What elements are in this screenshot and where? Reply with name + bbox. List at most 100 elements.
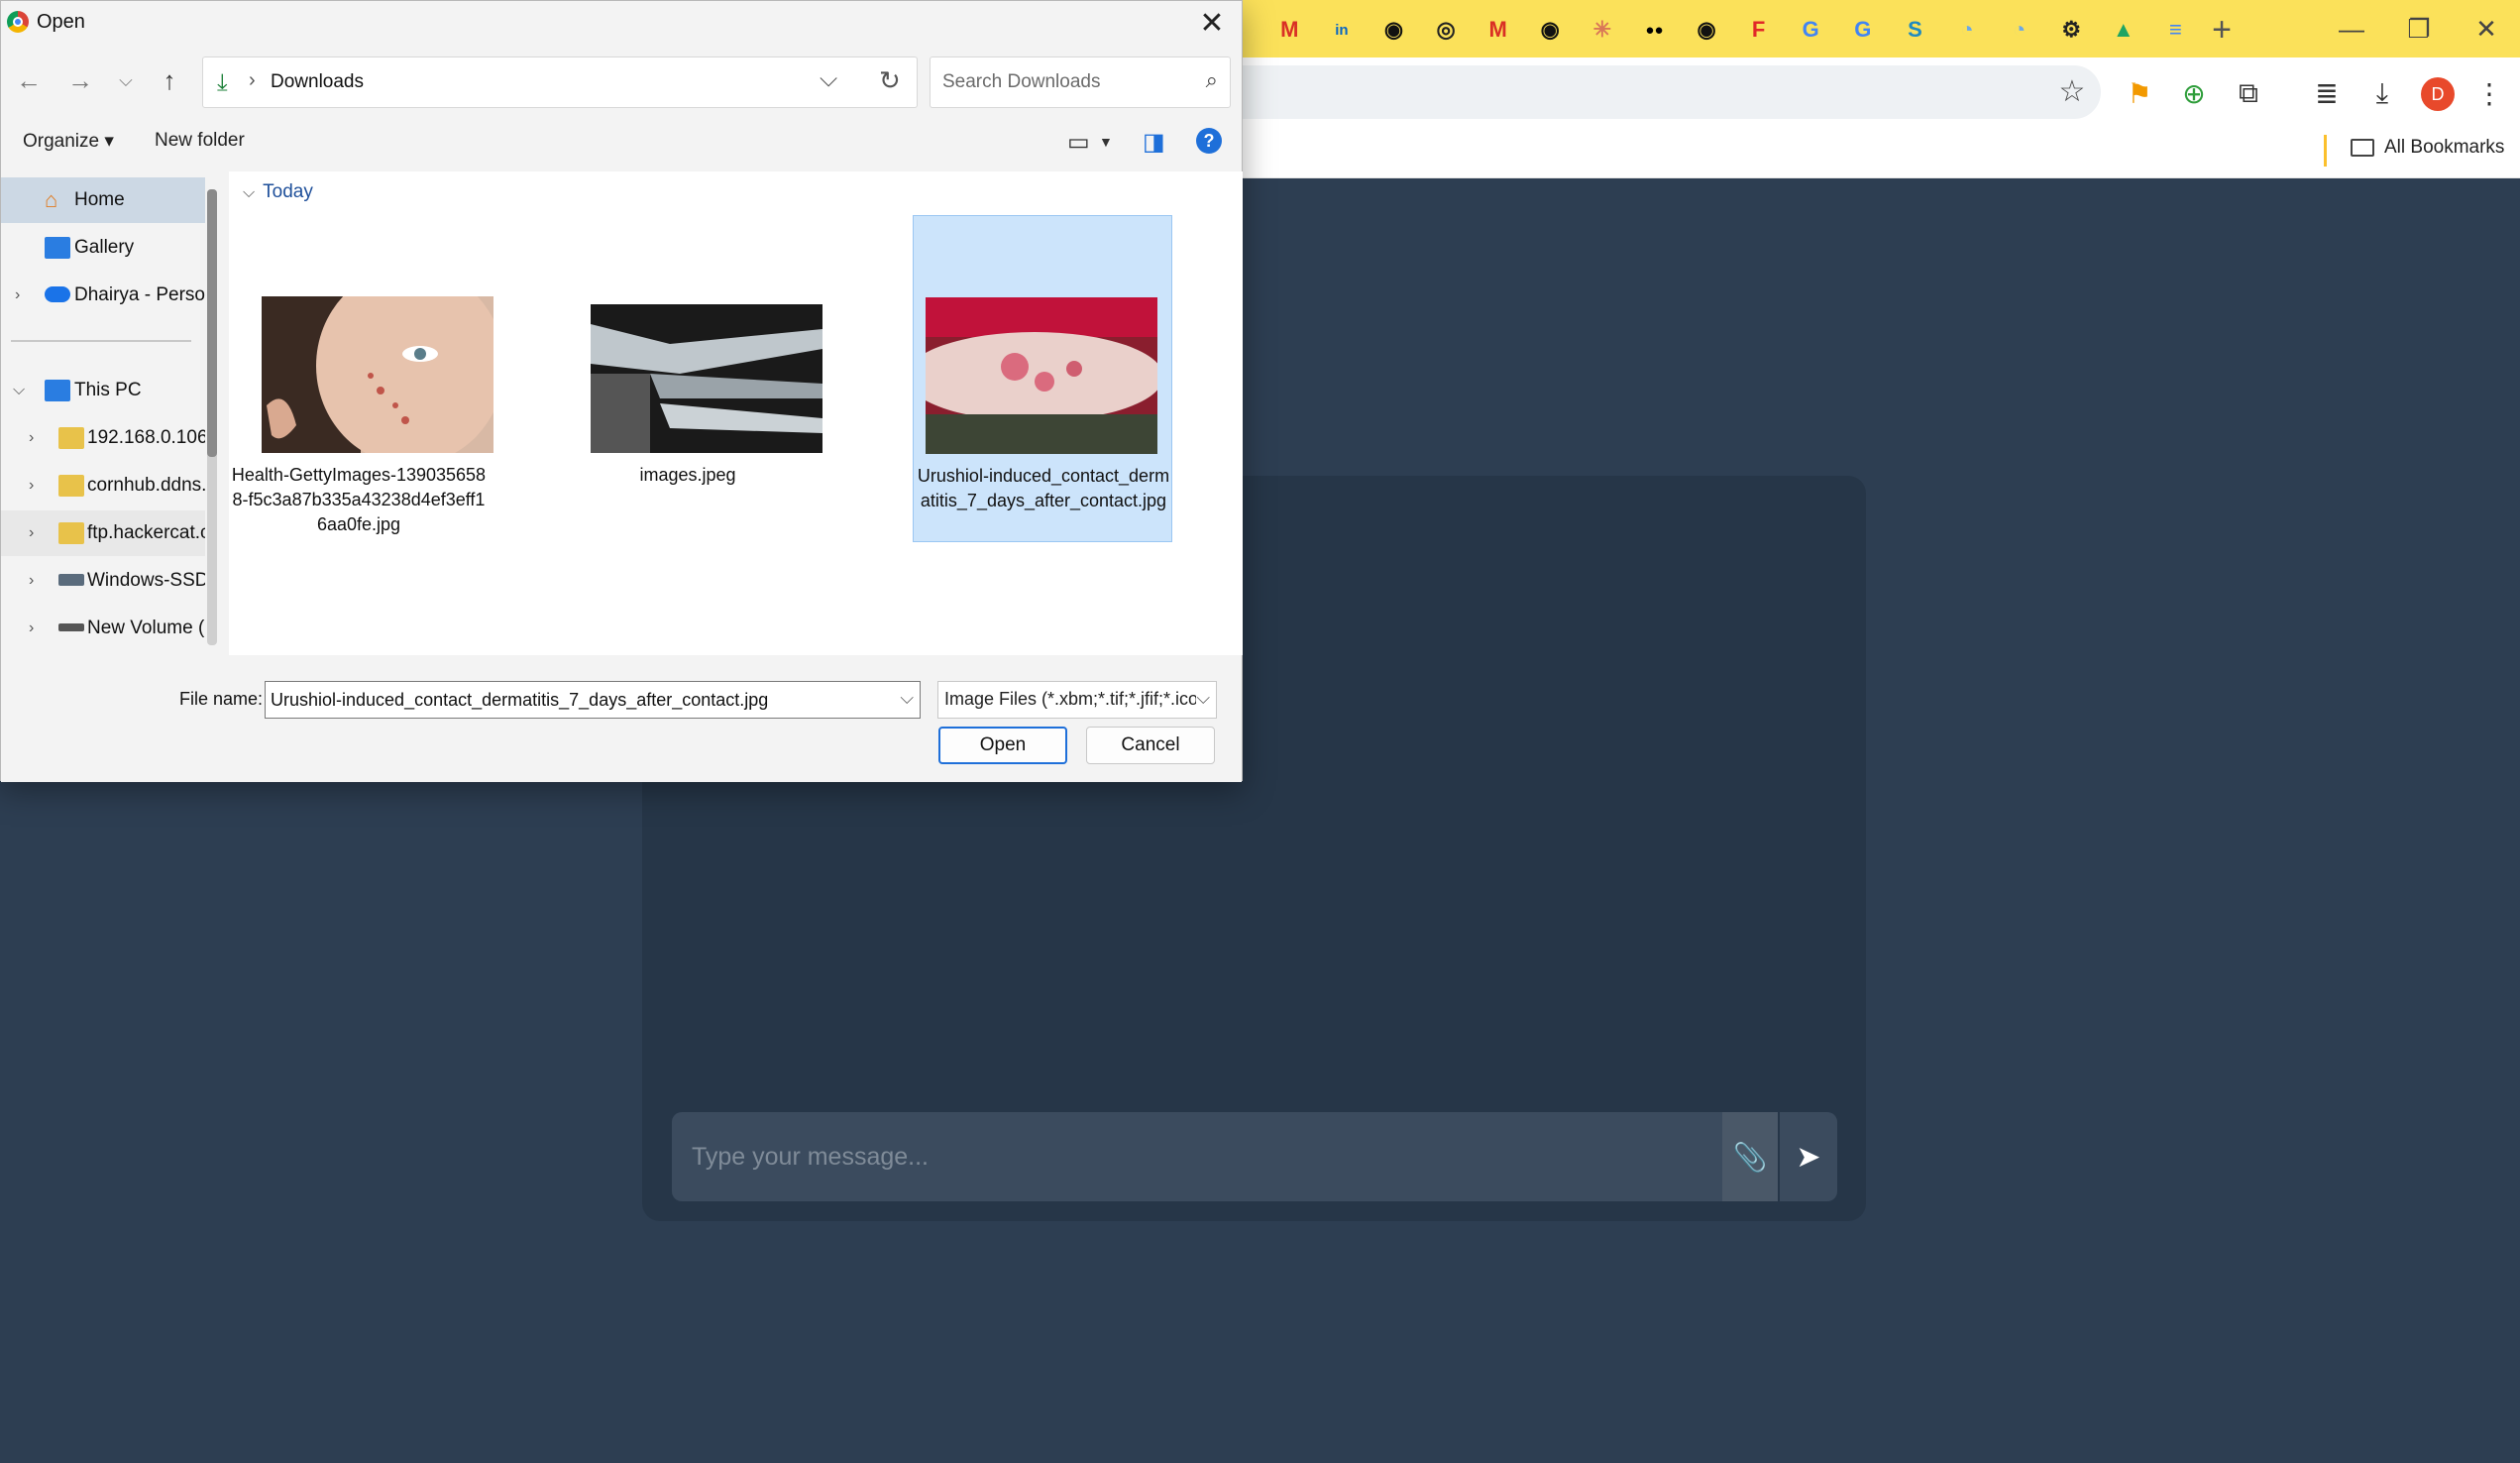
expand-chevron-icon[interactable]: › bbox=[29, 524, 34, 542]
breadcrumb-downloads[interactable]: Downloads bbox=[271, 71, 364, 93]
gmail-icon-glyph: M bbox=[1488, 17, 1507, 42]
timer-icon[interactable]: ◔ bbox=[1941, 10, 1994, 50]
file-item[interactable]: Health-GettyImages-1390356588-f5c3a87b33… bbox=[229, 215, 493, 542]
github-icon[interactable]: ◉ bbox=[1524, 10, 1577, 50]
nav-label-onedrive: Dhairya - Personal bbox=[74, 284, 205, 305]
restore-icon[interactable]: ❐ bbox=[2385, 0, 2453, 57]
gmail-icon[interactable]: M bbox=[1263, 10, 1316, 50]
navigation-row: ← → ⌵ ↑ ⤓ › Downloads ⌵ ↻ ⌕ bbox=[1, 53, 1242, 110]
back-arrow-icon[interactable]: ← bbox=[11, 62, 47, 98]
up-arrow-icon[interactable]: ↑ bbox=[152, 62, 187, 98]
extension-plus-icon[interactable]: ⊕ bbox=[2172, 71, 2216, 115]
paperclip-icon: 📎 bbox=[1732, 1141, 1768, 1173]
network-drive-icon bbox=[58, 427, 84, 449]
nav-item-this-pc[interactable]: ⌵ This PC bbox=[1, 368, 205, 413]
all-bookmarks-button[interactable]: All Bookmarks bbox=[2351, 137, 2504, 159]
collapse-chevron-icon[interactable]: ⌵ bbox=[13, 382, 25, 399]
medium-icon[interactable]: ●● bbox=[1628, 10, 1681, 50]
pinned-tabs: Min ◉ ◎ M ◉ ✳ ●● ◉ F G G S ◔ ◔ ⚙ ▲ ≡ bbox=[1263, 10, 2202, 50]
nav-item-onedrive[interactable]: › Dhairya - Personal bbox=[1, 273, 205, 318]
chrome-icon[interactable]: ◎ bbox=[1420, 10, 1473, 50]
nav-item-network-3[interactable]: › ftp.hackercat.com bbox=[1, 510, 205, 556]
new-tab-button[interactable]: + bbox=[2202, 10, 2242, 50]
linkedin-icon[interactable]: in bbox=[1316, 10, 1369, 50]
nav-label-network-1: 192.168.0.106 bbox=[87, 427, 205, 448]
expand-chevron-icon[interactable]: › bbox=[29, 572, 34, 590]
bookmark-star-icon[interactable]: ☆ bbox=[2055, 75, 2089, 109]
nav-label-drive-c: Windows-SSD (C:) bbox=[87, 570, 205, 591]
group-header-today[interactable]: Today bbox=[243, 181, 313, 203]
gmail-icon[interactable]: M bbox=[1472, 10, 1524, 50]
expand-chevron-icon[interactable]: › bbox=[29, 429, 34, 447]
flipboard-icon-glyph: F bbox=[1751, 17, 1766, 42]
nav-scrollbar[interactable] bbox=[207, 189, 217, 645]
attach-button[interactable]: 📎 bbox=[1722, 1112, 1778, 1201]
expand-chevron-icon[interactable]: › bbox=[29, 619, 34, 637]
profile-avatar[interactable]: D bbox=[2421, 77, 2455, 111]
close-window-icon[interactable]: ✕ bbox=[2453, 0, 2520, 57]
extension-flag-icon[interactable]: ⚑ bbox=[2118, 71, 2161, 115]
file-item[interactable]: images.jpeg bbox=[558, 215, 822, 542]
send-button[interactable]: ➤ bbox=[1780, 1112, 1837, 1201]
timer-icon[interactable]: ◔ bbox=[1993, 10, 2045, 50]
nav-label-this-pc: This PC bbox=[74, 380, 142, 400]
forward-arrow-icon[interactable]: → bbox=[62, 62, 98, 98]
file-name-combobox: ⌵ bbox=[265, 681, 921, 719]
minimize-icon[interactable]: — bbox=[2318, 0, 2385, 57]
address-bar[interactable]: ☆ bbox=[1189, 65, 2101, 119]
nav-item-network-2[interactable]: › cornhub.ddns.net bbox=[1, 463, 205, 508]
preview-pane-icon[interactable]: ◨ bbox=[1143, 128, 1165, 157]
cancel-button[interactable]: Cancel bbox=[1086, 727, 1215, 764]
window-controls: — ❐ ✕ bbox=[2318, 0, 2520, 57]
docs-icon[interactable]: ≡ bbox=[2149, 10, 2202, 50]
google-icon[interactable]: G bbox=[1785, 10, 1837, 50]
flipboard-icon[interactable]: F bbox=[1732, 10, 1785, 50]
open-button[interactable]: Open bbox=[938, 727, 1067, 764]
skype-icon[interactable]: S bbox=[1889, 10, 1941, 50]
media-queue-icon[interactable]: ≣ bbox=[2305, 71, 2349, 115]
new-folder-button[interactable]: New folder bbox=[155, 130, 245, 152]
file-type-select[interactable]: Image Files (*.xbm;*.tif;*.jfif;*.ico ⌵ bbox=[937, 681, 1217, 719]
send-arrow-icon: ➤ bbox=[1796, 1140, 1821, 1174]
drive-icon-glyph: ▲ bbox=[2112, 17, 2135, 42]
search-input[interactable] bbox=[931, 57, 1178, 107]
file-list: Today Health-GettyImages-1390356588-f5c3… bbox=[229, 171, 1243, 655]
google-icon[interactable]: G bbox=[1837, 10, 1890, 50]
extensions-puzzle-icon[interactable]: ⧉ bbox=[2227, 71, 2270, 115]
file-name-input[interactable] bbox=[266, 682, 880, 718]
openai-icon[interactable]: ⚙ bbox=[2045, 10, 2098, 50]
organize-menu[interactable]: Organize ▾ bbox=[23, 130, 114, 153]
message-composer: 📎 ➤ bbox=[672, 1112, 1837, 1201]
file-name-dropdown-icon[interactable]: ⌵ bbox=[900, 688, 914, 709]
view-dropdown-icon[interactable]: ▼ bbox=[1099, 134, 1113, 150]
search-icon[interactable]: ⌕ bbox=[1206, 67, 1218, 93]
help-icon[interactable]: ? bbox=[1196, 128, 1222, 154]
claude-icon[interactable]: ✳ bbox=[1577, 10, 1629, 50]
nav-item-drive-c[interactable]: › Windows-SSD (C:) bbox=[1, 558, 205, 604]
github-icon[interactable]: ◉ bbox=[1681, 10, 1733, 50]
nav-item-gallery[interactable]: Gallery bbox=[1, 225, 205, 271]
nav-item-network-1[interactable]: › 192.168.0.106 bbox=[1, 415, 205, 461]
all-bookmarks-label: All Bookmarks bbox=[2384, 137, 2505, 158]
nav-item-drive-d[interactable]: › New Volume (D:) bbox=[1, 606, 205, 651]
message-input[interactable] bbox=[672, 1112, 1722, 1201]
view-options-icon[interactable]: ▭ bbox=[1067, 128, 1090, 157]
expand-chevron-icon[interactable]: › bbox=[15, 286, 20, 304]
path-bar[interactable]: ⤓ › Downloads ⌵ ↻ bbox=[202, 56, 918, 108]
browser-menu-icon[interactable]: ⋮ bbox=[2467, 71, 2511, 115]
github-icon[interactable]: ◉ bbox=[1368, 10, 1420, 50]
downloads-icon[interactable]: ⤓ bbox=[2360, 71, 2404, 115]
folder-icon bbox=[2351, 139, 2374, 157]
file-item-selected[interactable]: Urushiol-induced_contact_dermatitis_7_da… bbox=[913, 215, 1172, 542]
nav-label-home: Home bbox=[74, 189, 125, 210]
dialog-close-icon[interactable]: ✕ bbox=[1182, 1, 1242, 45]
nav-item-home[interactable]: ⌂ Home bbox=[1, 177, 205, 223]
path-history-chevron-icon[interactable]: ⌵ bbox=[820, 65, 837, 93]
chrome-icon-glyph: ◎ bbox=[1436, 17, 1456, 42]
recent-locations-chevron-icon[interactable]: ⌵ bbox=[108, 62, 144, 98]
cloud-icon bbox=[45, 286, 70, 302]
refresh-icon[interactable]: ↻ bbox=[879, 65, 901, 96]
expand-chevron-icon[interactable]: › bbox=[29, 477, 34, 495]
nav-scrollbar-thumb[interactable] bbox=[207, 189, 217, 457]
drive-icon[interactable]: ▲ bbox=[2098, 10, 2150, 50]
